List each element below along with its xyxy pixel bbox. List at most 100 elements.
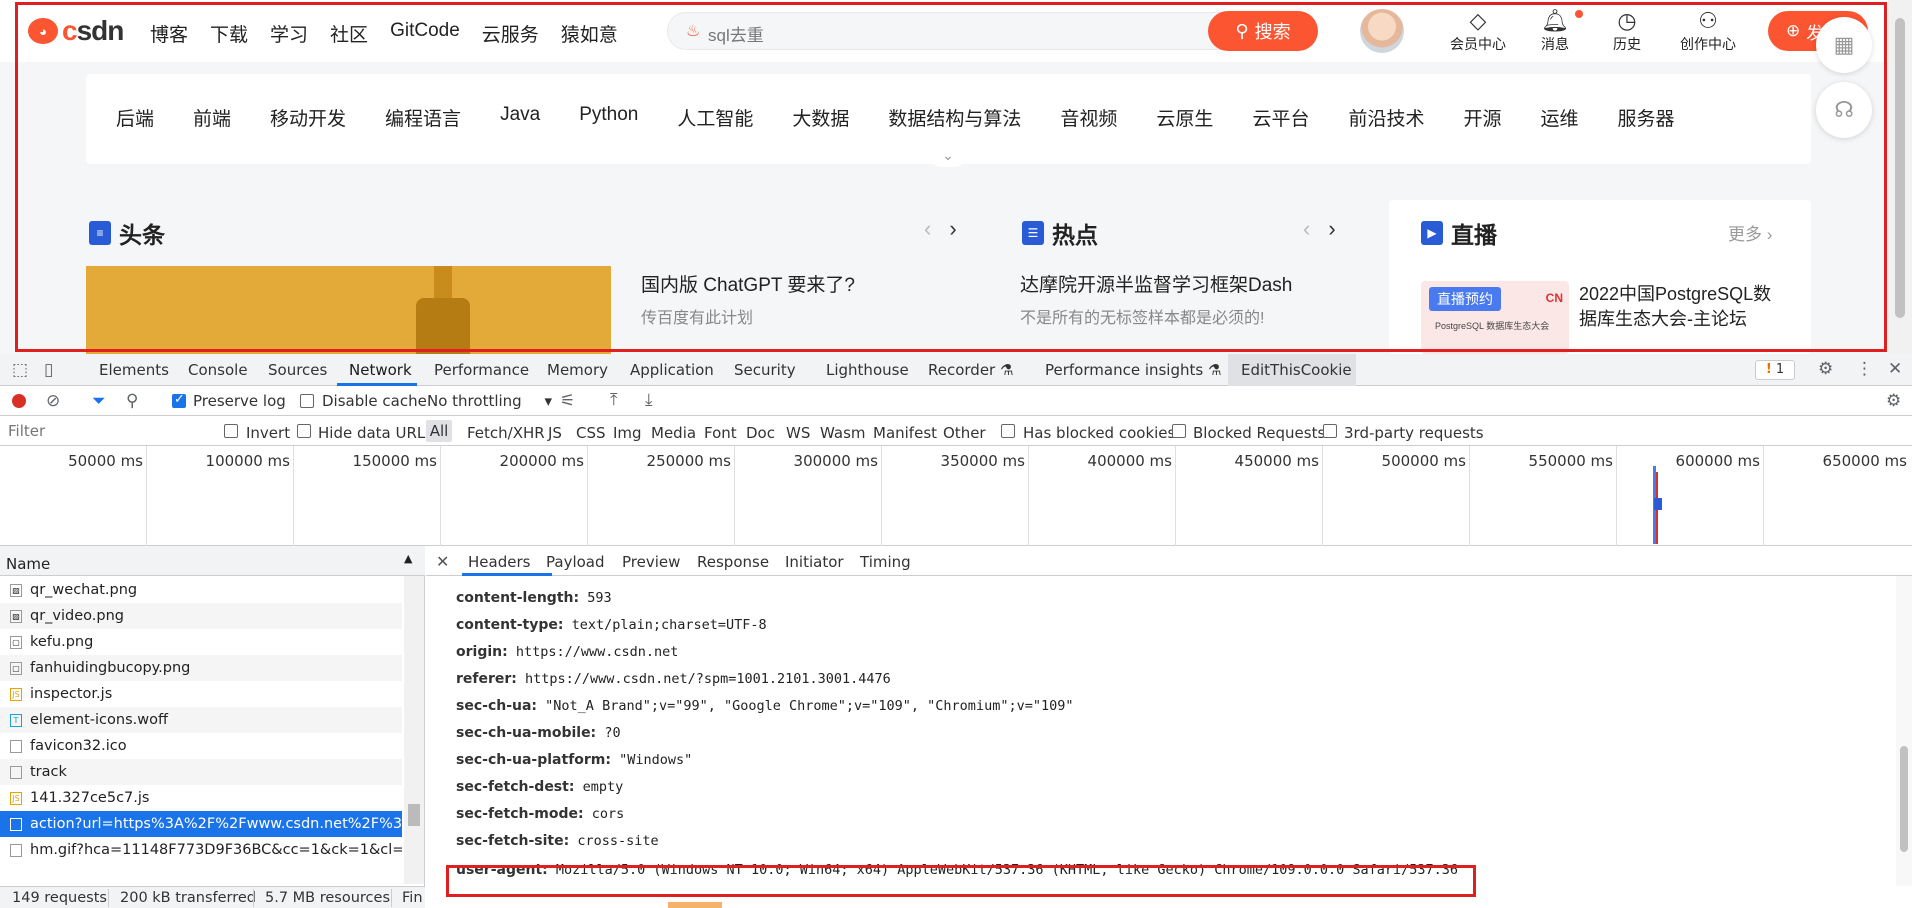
live-thumbnail[interactable]: 直播预约 CN PostgreSQL 数据库生态大会	[1421, 281, 1569, 354]
type-filter-wasm[interactable]: Wasm	[820, 424, 866, 442]
tab-initiator[interactable]: Initiator	[785, 553, 844, 571]
network-conditions-icon[interactable]: ⚟	[560, 391, 575, 411]
tab-recorder[interactable]: Recorder ⚗	[928, 361, 1013, 379]
nav-item[interactable]: GitCode	[390, 20, 460, 47]
has-blocked-cookies-checkbox[interactable]	[1001, 424, 1015, 438]
category-item[interactable]: 数据结构与算法	[888, 104, 1021, 131]
close-detail-icon[interactable]: ✕	[436, 552, 449, 571]
request-list-scrollbar[interactable]	[404, 576, 424, 884]
request-row[interactable]: ▢ kefu.png	[0, 629, 402, 655]
type-filter-ws[interactable]: WS	[786, 424, 810, 442]
search-icon[interactable]: ⚲	[126, 391, 138, 411]
category-item[interactable]: 编程语言	[385, 104, 461, 131]
hot-news-title[interactable]: 达摩院开源半监督学习框架Dash	[1020, 270, 1292, 297]
tab-lighthouse[interactable]: Lighthouse	[826, 361, 909, 379]
tab-console[interactable]: Console	[188, 361, 248, 379]
name-column-header[interactable]: Name ▲	[0, 546, 425, 576]
close-devtools-icon[interactable]: ✕	[1888, 359, 1902, 379]
tab-performance-insights[interactable]: Performance insights ⚗	[1045, 361, 1221, 379]
type-filter-all[interactable]: All	[426, 420, 452, 442]
request-row-selected[interactable]: action?url=https%3A%2F%2Fwww.csdn.net%2F…	[0, 811, 402, 837]
nav-item[interactable]: 猿如意	[561, 20, 618, 47]
nav-item[interactable]: 学习	[270, 20, 308, 47]
customer-service-button[interactable]: ☊	[1816, 82, 1872, 138]
tab-network[interactable]: Network	[349, 361, 412, 379]
prev-arrow-icon[interactable]: ‹	[924, 216, 949, 241]
more-options-icon[interactable]: ⋮	[1856, 359, 1873, 379]
creator-center-button[interactable]: ⚇ 创作中心	[1668, 8, 1748, 54]
tab-payload[interactable]: Payload	[546, 553, 605, 571]
type-filter-manifest[interactable]: Manifest	[873, 424, 937, 442]
next-arrow-icon[interactable]: ›	[1328, 216, 1353, 241]
network-overview-timeline[interactable]: 50000 ms 100000 ms 150000 ms 200000 ms 2…	[0, 446, 1912, 546]
category-item[interactable]: 前沿技术	[1348, 104, 1424, 131]
search-button[interactable]: ⚲ 搜索	[1208, 11, 1318, 51]
prev-arrow-icon[interactable]: ‹	[1303, 216, 1328, 241]
request-row[interactable]: ▨ qr_video.png	[0, 603, 402, 629]
tab-timing[interactable]: Timing	[860, 553, 911, 571]
type-filter-font[interactable]: Font	[704, 424, 737, 442]
vip-center-button[interactable]: ◇ 会员中心	[1438, 8, 1518, 54]
blocked-requests-checkbox[interactable]	[1172, 424, 1186, 438]
type-filter-other[interactable]: Other	[943, 424, 986, 442]
request-row[interactable]: track	[0, 759, 402, 785]
tab-editthiscookie[interactable]: EditThisCookie	[1241, 361, 1352, 379]
tab-sources[interactable]: Sources	[268, 361, 327, 379]
live-more-link[interactable]: 更多 ›	[1728, 220, 1772, 245]
request-row[interactable]: favicon32.ico	[0, 733, 402, 759]
request-row[interactable]: Telement-icons.woff	[0, 707, 402, 733]
qr-code-button[interactable]: ▦	[1816, 17, 1872, 73]
disable-cache-checkbox[interactable]	[300, 394, 314, 408]
next-arrow-icon[interactable]: ›	[949, 216, 974, 241]
nav-item[interactable]: 社区	[330, 20, 368, 47]
tab-memory[interactable]: Memory	[547, 361, 608, 379]
category-item[interactable]: 云原生	[1156, 104, 1213, 131]
inspect-element-icon[interactable]: ⬚	[12, 360, 28, 380]
history-button[interactable]: ◷ 历史	[1590, 8, 1664, 54]
scrollbar-thumb[interactable]	[1895, 18, 1905, 318]
headline-image[interactable]	[86, 266, 611, 354]
request-row[interactable]: JS inspector.js	[0, 681, 402, 707]
nav-item[interactable]: 下载	[210, 20, 248, 47]
avatar[interactable]	[1360, 9, 1404, 53]
filter-funnel-icon[interactable]: ⏷	[92, 391, 106, 411]
request-row[interactable]: ▨ qr_wechat.png	[0, 577, 402, 603]
import-har-icon[interactable]: ⤒	[610, 390, 618, 410]
type-filter-js[interactable]: JS	[548, 424, 562, 442]
settings-gear-icon[interactable]: ⚙	[1818, 359, 1833, 379]
tab-preview[interactable]: Preview	[622, 553, 680, 571]
nav-item[interactable]: 云服务	[482, 20, 539, 47]
request-row[interactable]: hm.gif?hca=11148F773D9F36BC&cc=1&ck=1&cl…	[0, 837, 402, 863]
live-item-title[interactable]: 2022中国PostgreSQL数据库生态大会-主论坛	[1579, 282, 1779, 332]
nav-item[interactable]: 博客	[150, 20, 188, 47]
type-filter-css[interactable]: CSS	[576, 424, 606, 442]
category-item[interactable]: Python	[579, 104, 638, 131]
third-party-checkbox[interactable]	[1323, 424, 1337, 438]
record-icon[interactable]	[12, 394, 26, 408]
request-row[interactable]: ▢ fanhuidingbucopy.png	[0, 655, 402, 681]
category-item[interactable]: 前端	[193, 104, 231, 131]
page-scrollbar[interactable]	[1888, 0, 1912, 354]
tab-performance[interactable]: Performance	[434, 361, 529, 379]
category-item[interactable]: 云平台	[1252, 104, 1309, 131]
filter-input[interactable]	[2, 420, 208, 442]
tab-application[interactable]: Application	[630, 361, 714, 379]
clear-icon[interactable]: ⊘	[46, 391, 60, 411]
scrollbar-thumb[interactable]	[1900, 746, 1908, 852]
scrollbar-thumb[interactable]	[408, 804, 420, 826]
category-item[interactable]: 服务器	[1618, 104, 1675, 131]
tab-response[interactable]: Response	[697, 553, 769, 571]
type-filter-img[interactable]: Img	[613, 424, 642, 442]
category-item[interactable]: 后端	[116, 104, 154, 131]
category-item[interactable]: 人工智能	[677, 104, 753, 131]
tab-security[interactable]: Security	[734, 361, 796, 379]
type-filter-fetch-xhr[interactable]: Fetch/XHR	[467, 424, 545, 442]
category-item[interactable]: 移动开发	[270, 104, 346, 131]
tab-elements[interactable]: Elements	[99, 361, 169, 379]
preserve-log-checkbox[interactable]	[172, 392, 186, 408]
type-filter-media[interactable]: Media	[651, 424, 696, 442]
invert-checkbox[interactable]	[224, 424, 238, 438]
category-item[interactable]: Java	[500, 104, 540, 131]
detail-scrollbar[interactable]	[1896, 576, 1912, 886]
tab-headers[interactable]: Headers	[468, 553, 530, 571]
